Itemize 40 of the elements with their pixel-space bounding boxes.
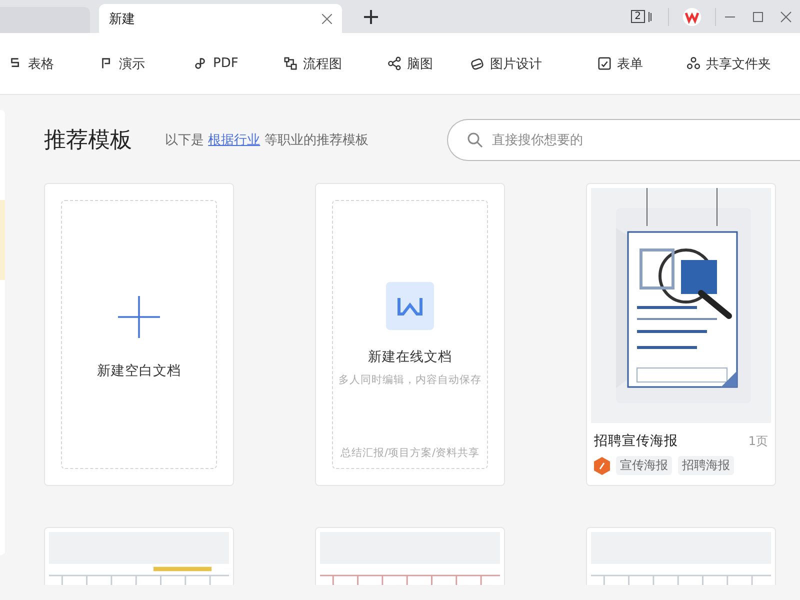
toolbar-item[interactable]: 演示 (99, 54, 193, 72)
hexagon-icon (594, 456, 610, 474)
close-icon[interactable] (322, 14, 332, 24)
tab[interactable]: 新建 (99, 4, 342, 33)
section-title: 推荐模板 (44, 127, 133, 155)
online-document-card[interactable]: 新建在线文档 多人同时编辑，内容自动保存 总结汇报/项目方案/资料共享 (315, 183, 505, 486)
card-title: 新建在线文档 (368, 348, 452, 366)
tag[interactable]: 招聘海报 (678, 456, 734, 475)
search-field[interactable]: 直接搜你想要的 (447, 119, 800, 161)
flowchart-icon (283, 56, 298, 71)
template-card[interactable]: 招聘宣传海报 1页 宣传海报 招聘海报 (586, 183, 776, 486)
card-subtitle: 多人同时编辑，内容自动保存 (338, 373, 482, 387)
toolbar-item[interactable]: 流程图 (283, 54, 387, 72)
industry-link[interactable]: 根据行业 (208, 133, 260, 148)
section-subtitle: 以下是 根据行业 等职业的推荐模板 (165, 132, 370, 149)
window-count[interactable]: 2 (630, 10, 645, 23)
blank-document-card[interactable]: 新建空白文档 (44, 183, 234, 486)
toolbar-item[interactable]: 脑图 (387, 54, 470, 72)
pdf-icon (193, 56, 208, 71)
three-circles-icon (686, 56, 701, 71)
plus-icon (118, 296, 160, 338)
toolbar-item[interactable]: 共享文件夹 (686, 54, 786, 72)
toolbar-item[interactable]: 表格 (8, 54, 99, 72)
checkbox-icon (597, 56, 612, 71)
w-letter-icon (386, 282, 434, 330)
tag[interactable]: 宣传海报 (616, 456, 672, 475)
page-count: 1页 (748, 432, 768, 450)
plus-icon[interactable] (364, 10, 378, 24)
card-footer: 总结汇报/项目方案/资料共享 (340, 446, 480, 460)
tilted-frame-icon (470, 56, 485, 71)
search-icon (467, 132, 483, 148)
toolbar-item[interactable]: PDF (193, 56, 283, 71)
logo-icon[interactable] (683, 8, 701, 26)
mindmap-icon (387, 56, 402, 71)
toolbar-item[interactable]: 图片设计 (470, 54, 597, 72)
maximize-icon[interactable] (752, 10, 764, 22)
close-icon[interactable] (780, 10, 792, 22)
template-name: 招聘宣传海报 (594, 432, 678, 450)
card-title: 新建空白文档 (97, 362, 181, 380)
toolbar-item[interactable]: 表单 (597, 54, 686, 72)
